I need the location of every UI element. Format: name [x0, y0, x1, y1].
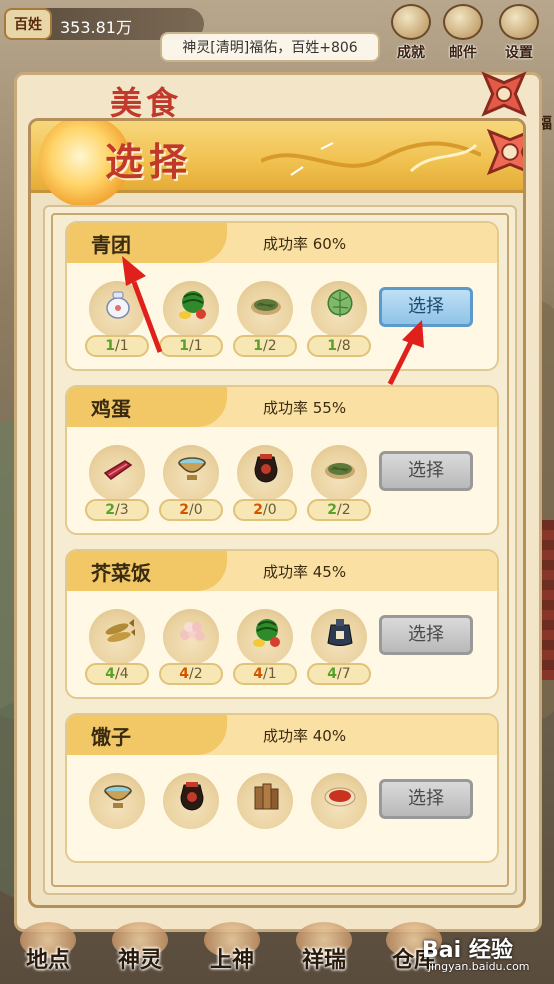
cloud-swirl-decoration: [261, 141, 481, 176]
fish-icon: [105, 619, 135, 642]
ingredient-count: 2/0: [159, 499, 223, 521]
recipe-card: 青团 成功率 60% 1/1 1/1 1/2 1/8 选择: [65, 221, 499, 371]
recipe-name: 芥菜饭: [91, 561, 151, 585]
ingredient-item[interactable]: 2/0: [231, 439, 301, 527]
sauce-dish-icon: [324, 787, 356, 807]
nav-location[interactable]: 地点: [4, 922, 92, 982]
select-button[interactable]: 选择: [379, 615, 473, 655]
ingredient-item[interactable]: [157, 767, 227, 855]
ingredient-item[interactable]: 2/2: [305, 439, 375, 527]
oil-jar-icon: [327, 619, 353, 646]
ingredient-item[interactable]: 4/7: [305, 603, 375, 691]
recipe-card: 芥菜饭 成功率 45% 4/4 4/2 4/1 4/7 选择: [65, 549, 499, 699]
recipe-name: 鸡蛋: [91, 397, 131, 421]
ingredient-list: 1/1 1/1 1/2 1/8: [83, 275, 383, 363]
nav-auspicious[interactable]: 祥瑞: [280, 922, 368, 982]
achievement-label: 成就: [397, 45, 425, 61]
water-bowl-icon: [178, 457, 206, 480]
recipe-list[interactable]: 青团 成功率 60% 1/1 1/1 1/2 1/8 选择 鸡蛋 成功率 55%…: [43, 205, 517, 895]
ingredient-list: 2/3 2/0 2/0 2/2: [83, 439, 383, 527]
ingredient-count: 2/3: [85, 499, 149, 521]
teapot-icon: [106, 291, 130, 319]
rice-balls-icon: [180, 622, 205, 641]
ingredient-item[interactable]: 1/8: [305, 275, 375, 363]
water-bowl-icon: [104, 785, 132, 808]
tea-leaves-icon: [251, 299, 281, 315]
ingredient-count: 4/2: [159, 663, 223, 685]
tea-leaves-icon: [325, 463, 355, 479]
recipe-name: 馓子: [91, 725, 131, 749]
watermelon-icon: [179, 291, 206, 319]
achievement-button[interactable]: 成就: [386, 4, 436, 64]
ingredient-list: 4/4 4/2 4/1 4/7: [83, 603, 383, 691]
wine-jar-icon: [254, 454, 278, 483]
nav-deity[interactable]: 神灵: [96, 922, 184, 982]
top-status-bar: 百姓 353.81万 神灵[清明]福佑，百姓+806 成就 邮件 设置: [0, 0, 554, 70]
nav-deity-label: 神灵: [117, 947, 162, 973]
achievement-icon: [391, 4, 431, 40]
recipe-card: 馓子 成功率 40% 选择: [65, 713, 499, 863]
ingredient-item[interactable]: 1/2: [231, 275, 301, 363]
select-button[interactable]: 选择: [379, 451, 473, 491]
ingredient-item[interactable]: 2/0: [157, 439, 227, 527]
select-dialog-header: 选择: [31, 121, 526, 207]
ingredient-count: 1/8: [307, 335, 371, 357]
mail-button[interactable]: 邮件: [438, 4, 488, 64]
ingredient-item[interactable]: 4/1: [231, 603, 301, 691]
ingredient-item[interactable]: [305, 767, 375, 855]
nav-high-deity[interactable]: 上神: [188, 922, 276, 982]
ingredient-count: 1/2: [233, 335, 297, 357]
mail-icon: [443, 4, 483, 40]
firewood-icon: [254, 783, 279, 810]
ingredient-count: 1/1: [85, 335, 149, 357]
meat-icon: [103, 460, 133, 480]
ingredient-count: 4/7: [307, 663, 371, 685]
select-dialog-close-icon[interactable]: [479, 121, 526, 183]
success-rate: 成功率 45%: [263, 563, 347, 581]
settings-label: 设置: [505, 45, 533, 61]
success-rate: 成功率 40%: [263, 727, 347, 745]
settings-button[interactable]: 设置: [494, 4, 544, 64]
nav-high-deity-label: 上神: [209, 947, 254, 973]
select-dialog-title: 选择: [105, 139, 194, 184]
mail-label: 邮件: [449, 45, 477, 61]
ingredient-count: 2/2: [307, 499, 371, 521]
baidu-watermark: Bai 经验 jingyan.baidu.com: [420, 932, 550, 980]
recipe-name: 青团: [91, 233, 131, 257]
blessing-notice: 神灵[清明]福佑，百姓+806: [160, 32, 380, 62]
ingredient-item[interactable]: [83, 767, 153, 855]
success-rate: 成功率 60%: [263, 235, 347, 253]
ingredient-count: 2/0: [233, 499, 297, 521]
wine-jar-icon: [180, 782, 204, 811]
ingredient-item[interactable]: 4/2: [157, 603, 227, 691]
watermelon-icon: [253, 619, 280, 647]
select-button[interactable]: 选择: [379, 287, 473, 327]
select-dialog: 选择 青团 成功率 60% 1/1 1/1 1/2 1/8 选择 鸡蛋 成功率 …: [28, 118, 526, 908]
ingredient-item[interactable]: 4/4: [83, 603, 153, 691]
nav-auspicious-label: 祥瑞: [301, 947, 346, 973]
population-value: 353.81万: [60, 18, 132, 37]
lotus-leaf-icon: [327, 289, 353, 317]
ingredient-item[interactable]: 1/1: [157, 275, 227, 363]
ingredient-list: [83, 767, 383, 855]
ingredient-count: 4/4: [85, 663, 149, 685]
food-panel-close-icon[interactable]: [472, 62, 536, 126]
ingredient-count: 4/1: [233, 663, 297, 685]
recipe-card: 鸡蛋 成功率 55% 2/3 2/0 2/0 2/2 选择: [65, 385, 499, 535]
ingredient-item[interactable]: [231, 767, 301, 855]
nav-location-label: 地点: [25, 947, 70, 973]
watermark-url: jingyan.baidu.com: [428, 960, 530, 973]
population-icon: 百姓: [4, 8, 52, 40]
select-button[interactable]: 选择: [379, 779, 473, 819]
ingredient-count: 1/1: [159, 335, 223, 357]
success-rate: 成功率 55%: [263, 399, 347, 417]
ingredient-item[interactable]: 2/3: [83, 439, 153, 527]
ingredient-item[interactable]: 1/1: [83, 275, 153, 363]
settings-icon: [499, 4, 539, 40]
